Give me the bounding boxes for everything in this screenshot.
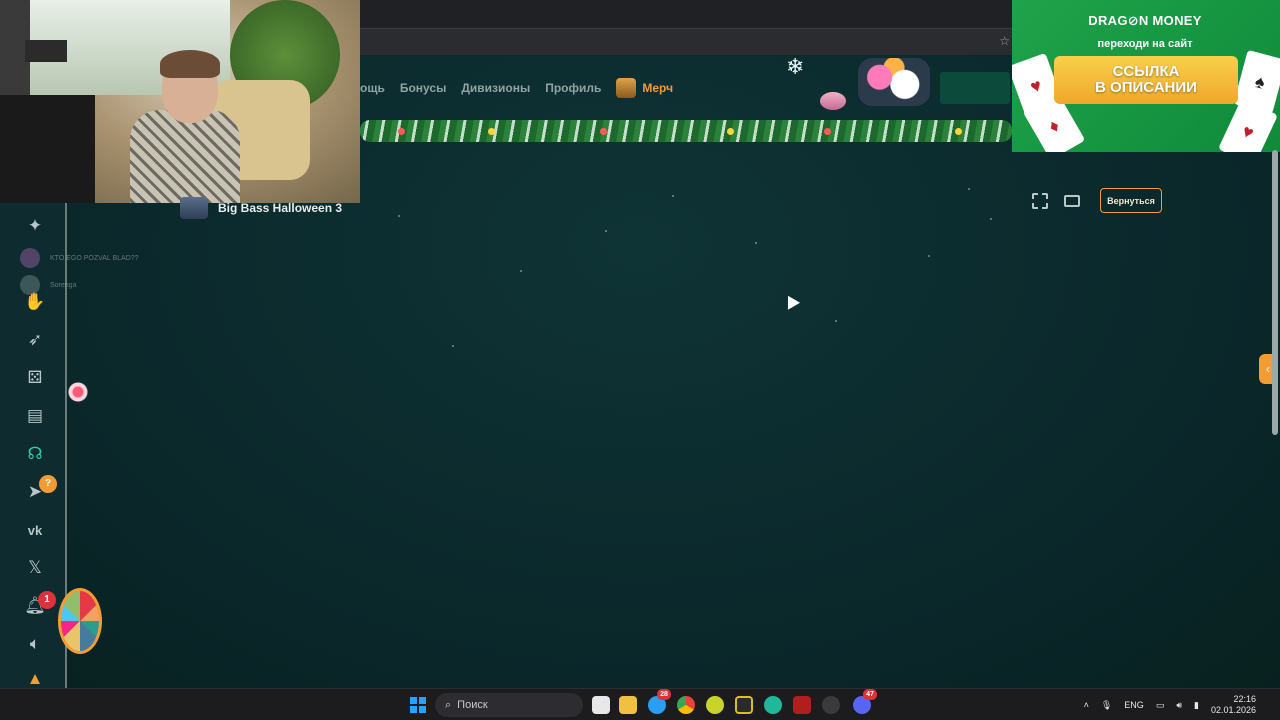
robot-icon[interactable]: ✦ (22, 213, 48, 239)
theater-mode-icon[interactable] (1064, 195, 1080, 207)
garland-decoration (360, 120, 1012, 142)
microphone-icon[interactable]: 🎙︎ (1101, 700, 1112, 711)
search-icon: ⌕ (445, 698, 452, 711)
chat-text: Sorenga (50, 281, 77, 289)
folder-icon[interactable] (619, 696, 637, 714)
game-title-row: Big Bass Halloween 3 (180, 197, 342, 219)
garland-bulb (488, 128, 495, 135)
game-thumbnail (180, 197, 208, 219)
obs-icon[interactable] (822, 696, 840, 714)
chat-avatar (20, 248, 40, 268)
system-tray: ˄ 🎙︎ ENG ▭ 🔊︎ ▮ 22:16 02.01.2026 (1084, 689, 1256, 720)
discord-badge: 47 (863, 689, 877, 700)
speaker-icon[interactable]: 🔈︎ (22, 631, 48, 657)
app-icon-bars[interactable] (735, 696, 753, 714)
garland-bulb (398, 128, 405, 135)
support-headset-icon[interactable]: ☊ (22, 441, 48, 467)
snow-particle (452, 345, 454, 347)
chat-line: Sorenga (20, 275, 76, 295)
snow-particle (835, 320, 837, 322)
nav-item-divisions[interactable]: Дивизионы (461, 81, 530, 95)
snow-particle (755, 242, 757, 244)
back-button[interactable]: Вернуться (1100, 188, 1162, 213)
snow-particle (605, 230, 607, 232)
telegram-badge: ? (39, 475, 57, 493)
nav-item-merch-label: Мерч (642, 81, 674, 95)
clock[interactable]: 22:16 02.01.2026 (1211, 694, 1256, 716)
promo-cta-line1: ССЫЛКА (1112, 63, 1180, 80)
rocket-icon[interactable]: ➶ (22, 327, 48, 353)
game-title: Big Bass Halloween 3 (218, 201, 343, 215)
telegram-unread-badge: 28 (657, 689, 671, 700)
nav-item-profile[interactable]: Профиль (545, 81, 601, 95)
browser-address-bar[interactable]: ☆ (360, 28, 1012, 55)
gifts-decoration (858, 58, 930, 106)
windows-start-icon[interactable] (410, 697, 426, 713)
nav-item-merch[interactable]: Мерч (616, 78, 673, 98)
language-indicator[interactable]: ENG (1124, 700, 1144, 710)
webcam-person-shirt (130, 110, 240, 203)
chat-avatar (20, 275, 40, 295)
nav-item-help[interactable]: ощь (360, 81, 385, 95)
vk-icon[interactable]: vk (22, 517, 48, 543)
top-nav: ощь Бонусы Дивизионы Профиль Мерч (360, 76, 673, 100)
webcam-poster (25, 40, 67, 62)
snow-particle (672, 195, 674, 197)
nav-action-button[interactable] (940, 72, 1010, 104)
scrollbar[interactable] (1272, 150, 1278, 435)
notifications-badge: 1 (38, 591, 56, 609)
chrome-icon[interactable] (677, 696, 695, 714)
fortune-wheel-icon[interactable] (58, 588, 102, 654)
snow-particle (520, 270, 522, 272)
app-icon-yellow[interactable] (706, 696, 724, 714)
chat-line: KTO EGO POZVAL BLAD?? (20, 248, 139, 268)
garland-bulb (824, 128, 831, 135)
webcam-monitor (0, 95, 95, 203)
clock-date: 02.01.2026 (1210, 705, 1256, 715)
snow-particle (990, 218, 992, 220)
snow-particle (968, 188, 970, 190)
file-manager-icon[interactable] (592, 696, 610, 714)
x-icon[interactable]: 𝕏 (22, 555, 48, 581)
snow-particle (928, 255, 930, 257)
windows-taskbar: ⌕ 28 47 ˄ 🎙︎ ENG ▭ 🔊︎ ▮ 22:16 02.01.2026 (0, 688, 1280, 720)
taskbar-search-input[interactable] (457, 699, 548, 711)
clock-time: 22:16 (1233, 694, 1256, 704)
snowflake-icon: ❄ (786, 54, 805, 79)
nav-item-bonuses[interactable]: Бонусы (400, 81, 447, 95)
snow-particle (398, 215, 400, 217)
promo-banner[interactable]: ♥ ♦ ♠ ♥ DRAG⊘N MONEY переходи на сайт СС… (1012, 0, 1280, 152)
candy-decoration (68, 380, 88, 404)
promo-brand: DRAG⊘N MONEY (1088, 13, 1202, 28)
promo-cta-button[interactable]: ССЫЛКА В ОПИСАНИИ (1054, 56, 1238, 104)
hoodie-icon (616, 78, 637, 98)
dice-icon[interactable]: ⚄ (22, 365, 48, 391)
webcam-person-hair (160, 50, 220, 78)
browser-tabstrip (360, 0, 1012, 28)
monitor-icon[interactable]: ▭ (1156, 700, 1165, 711)
garland-bulb (727, 128, 734, 135)
planet-decoration (820, 92, 846, 110)
battery-icon[interactable]: ▮ (1194, 700, 1199, 711)
promo-cta-line2: В ОПИСАНИИ (1095, 79, 1197, 96)
webcam-overlay (0, 0, 360, 203)
garland-bulb (600, 128, 607, 135)
shield-icon[interactable] (793, 696, 811, 714)
promo-subtitle: переходи на сайт (1097, 38, 1193, 50)
chat-text: KTO EGO POZVAL BLAD?? (50, 254, 139, 262)
taskbar-search[interactable]: ⌕ (435, 693, 583, 717)
star-icon[interactable]: ☆ (999, 34, 1010, 48)
chevron-up-icon[interactable]: ˄ (1084, 700, 1089, 710)
app-icon-green[interactable] (764, 696, 782, 714)
garland-bulb (955, 128, 962, 135)
slot-machine-icon[interactable]: ▤ (22, 403, 48, 429)
volume-icon[interactable]: 🔊︎ (1176, 700, 1182, 711)
fullscreen-icon[interactable] (1032, 193, 1048, 209)
